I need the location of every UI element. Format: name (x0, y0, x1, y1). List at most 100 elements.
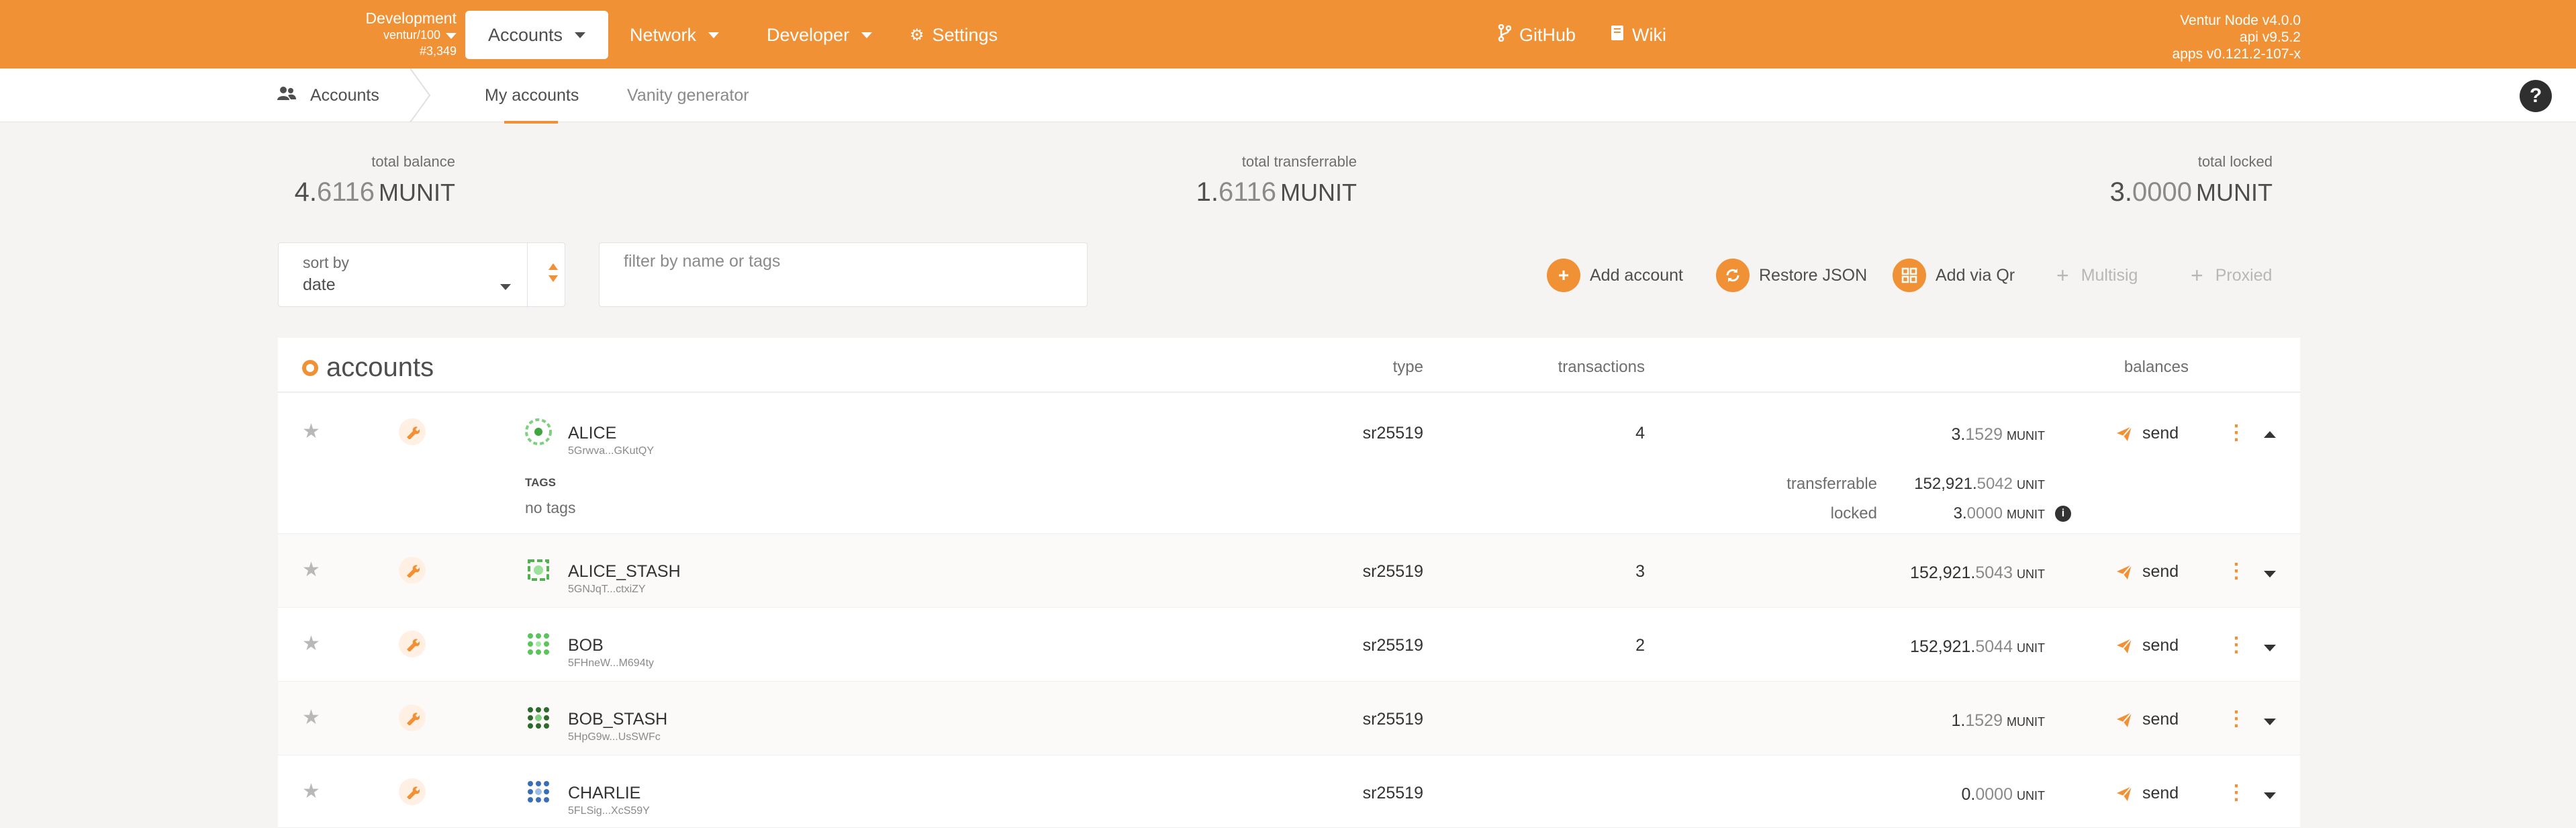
identicon-icon[interactable] (525, 704, 552, 731)
plus-icon: + (1547, 259, 1580, 292)
section-label: Accounts (310, 85, 379, 105)
account-address[interactable]: 5Grwva...GKutQY (568, 445, 654, 457)
kebab-icon[interactable]: ⋮ (2226, 781, 2246, 804)
account-type: sr25519 (1362, 710, 1423, 729)
wrench-icon[interactable] (399, 778, 426, 805)
chevron-down-icon[interactable] (2264, 719, 2276, 725)
table-row[interactable]: ★ BOB 5FHneW...M694ty sr25519 2 152,921.… (278, 608, 2300, 682)
wrench-icon[interactable] (399, 631, 426, 657)
sort-dropdown[interactable]: sort by date (278, 242, 565, 308)
nav-tab-network[interactable]: Network (630, 11, 720, 59)
chain-selector[interactable]: Development ventur/100 #3,349 (309, 9, 457, 59)
sort-direction-icon[interactable] (546, 262, 560, 283)
account-address[interactable]: 5GNJqT...ctxiZY (568, 584, 646, 596)
apps-version: apps v0.121.2-107-x (2172, 46, 2301, 62)
account-transactions: 2 (1635, 636, 1645, 655)
multisig-button[interactable]: + Multisig (2056, 259, 2138, 292)
account-transactions: 3 (1635, 562, 1645, 581)
runtime-version: ventur/100 (383, 28, 440, 42)
section-title: Accounts (277, 68, 379, 122)
proxied-button[interactable]: + Proxied (2191, 259, 2272, 292)
account-transactions: 4 (1635, 424, 1645, 443)
send-button[interactable]: send (2115, 636, 2179, 655)
account-balance: 3.1529 MUNIT (1951, 425, 2045, 444)
identicon-icon[interactable] (525, 418, 552, 445)
wiki-link[interactable]: Wiki (1611, 11, 1666, 59)
kebab-icon[interactable]: ⋮ (2226, 633, 2246, 657)
wrench-icon[interactable] (399, 704, 426, 731)
star-icon[interactable]: ★ (302, 706, 320, 729)
account-type: sr25519 (1362, 424, 1423, 443)
chevron-down-icon[interactable] (2264, 571, 2276, 578)
star-icon[interactable]: ★ (302, 780, 320, 803)
chevron-down-icon[interactable] (2264, 792, 2276, 799)
button-label: Add via Qr (1936, 265, 2015, 285)
filter-input[interactable] (599, 242, 1088, 307)
table-row[interactable]: ★ ALICE_STASH 5GNJqT...ctxiZY sr25519 3 … (278, 534, 2300, 608)
table-row[interactable]: ★ ALICE 5Grwva...GKutQY sr25519 4 3.1529… (278, 394, 2300, 534)
github-link[interactable]: GitHub (1498, 11, 1576, 59)
account-name: BOB_STASH (568, 710, 668, 729)
table-row[interactable]: ★ CHARLIE 5FLSig...XcS59Y sr25519 0.0000… (278, 755, 2300, 828)
identicon-icon[interactable] (525, 631, 552, 657)
wrench-icon[interactable] (399, 418, 426, 445)
git-branch-icon (1498, 24, 1512, 46)
plus-icon: + (2191, 263, 2203, 287)
account-type: sr25519 (1362, 784, 1423, 802)
account-name: CHARLIE (568, 784, 641, 802)
account-name: ALICE (568, 424, 617, 443)
star-icon[interactable]: ★ (302, 632, 320, 655)
kebab-icon[interactable]: ⋮ (2226, 559, 2246, 583)
help-button[interactable]: ? (2520, 80, 2552, 112)
send-button[interactable]: send (2115, 562, 2179, 582)
sort-value: date (303, 275, 336, 294)
wrench-icon[interactable] (399, 557, 426, 584)
tab-my-accounts[interactable]: My accounts (485, 68, 579, 122)
nav-tab-developer[interactable]: Developer (767, 11, 873, 59)
qrcode-icon (1893, 259, 1926, 292)
top-navbar: Development ventur/100 #3,349 Accounts N… (0, 0, 2576, 68)
nav-tab-label: Network (630, 24, 697, 45)
send-button[interactable]: send (2115, 784, 2179, 803)
book-icon (1611, 25, 1624, 46)
account-name: ALICE_STASH (568, 562, 681, 581)
kebab-icon[interactable]: ⋮ (2226, 707, 2246, 731)
account-address[interactable]: 5HpG9w...UsSWFc (568, 731, 661, 743)
tab-vanity-generator[interactable]: Vanity generator (627, 68, 749, 122)
account-address[interactable]: 5FLSig...XcS59Y (568, 805, 650, 817)
send-button[interactable]: send (2115, 424, 2179, 443)
locked-value: 3.0000 MUNIT (1953, 504, 2045, 522)
breadcrumb-divider (410, 68, 431, 122)
paper-plane-icon (2117, 711, 2132, 727)
chevron-down-icon[interactable] (2264, 645, 2276, 651)
chevron-down-icon (708, 32, 720, 38)
add-via-qr-button[interactable]: Add via Qr (1893, 259, 2015, 292)
send-button[interactable]: send (2115, 710, 2179, 729)
account-type: sr25519 (1362, 562, 1423, 581)
identicon-icon[interactable] (525, 557, 552, 584)
paper-plane-icon (2117, 563, 2132, 580)
chevron-up-icon[interactable] (2264, 431, 2276, 438)
question-icon: ? (2529, 85, 2542, 107)
paper-plane-icon (2117, 785, 2132, 801)
nav-tab-settings[interactable]: ⚙ Settings (910, 11, 998, 59)
tags-value: no tags (525, 499, 576, 516)
nav-tab-accounts[interactable]: Accounts (465, 11, 609, 59)
header-balances: balances (2124, 358, 2189, 376)
restore-json-button[interactable]: Restore JSON (1716, 259, 1867, 292)
info-icon[interactable]: i (2055, 506, 2071, 522)
summary-value: 1.6116 MUNIT (1196, 177, 1357, 207)
identicon-icon[interactable] (525, 778, 552, 805)
add-account-button[interactable]: + Add account (1547, 259, 1683, 292)
star-icon[interactable]: ★ (302, 420, 320, 443)
kebab-icon[interactable]: ⋮ (2226, 421, 2246, 445)
summary-label: total balance (371, 153, 455, 170)
account-address[interactable]: 5FHneW...M694ty (568, 657, 654, 670)
nav-tab-label: Accounts (488, 24, 563, 45)
node-version: Ventur Node v4.0.0 (2180, 13, 2301, 28)
paper-plane-icon (2117, 637, 2132, 653)
table-row[interactable]: ★ BOB_STASH 5HpG9w...UsSWFc sr25519 1.15… (278, 682, 2300, 755)
star-icon[interactable]: ★ (302, 558, 320, 582)
chain-name: Development (365, 9, 457, 27)
circle-icon (302, 359, 318, 376)
